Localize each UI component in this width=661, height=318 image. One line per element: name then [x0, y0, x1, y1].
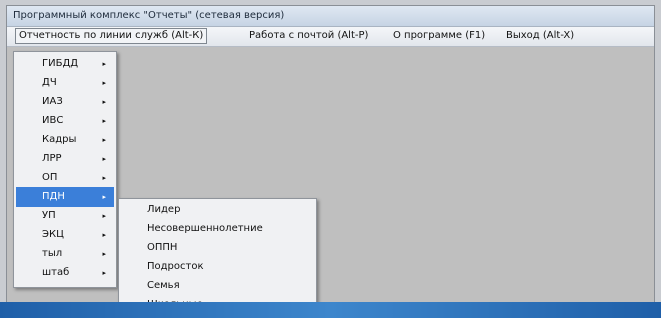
- submenu-item-label: ГИБДД: [42, 58, 79, 69]
- popup-item-lider[interactable]: Лидер: [121, 201, 316, 219]
- submenu-item-ekc[interactable]: ЭКЦ ▸: [16, 225, 114, 245]
- submenu-item-label: ЛРР: [42, 153, 62, 164]
- submenu-item-label: УП: [42, 210, 56, 221]
- submenu-item-label: штаб: [42, 267, 70, 278]
- chevron-right-icon: ▸: [102, 250, 106, 258]
- chevron-right-icon: ▸: [102, 79, 106, 87]
- submenu-item-label: тыл: [42, 248, 63, 259]
- submenu-item-up[interactable]: УП ▸: [16, 206, 114, 226]
- submenu-item-lrr[interactable]: ЛРР ▸: [16, 149, 114, 169]
- popup-item-semya[interactable]: Семья: [121, 277, 316, 295]
- submenu-item-tyl[interactable]: тыл ▸: [16, 244, 114, 264]
- popup-item-nesovershennoletnie[interactable]: Несовершеннолетние: [121, 220, 316, 238]
- submenu-item-label: ОП: [42, 172, 58, 183]
- menu-about[interactable]: О программе (F1): [390, 29, 488, 43]
- menu-bar: Отчетность по линии служб (Alt-К) Работа…: [7, 27, 654, 47]
- submenu-item-pdn[interactable]: ПДН ▸: [16, 187, 114, 207]
- submenu-item-kadry[interactable]: Кадры ▸: [16, 130, 114, 150]
- submenu-item-label: ДЧ: [42, 77, 57, 88]
- menu-reports[interactable]: Отчетность по линии служб (Alt-К): [15, 28, 208, 44]
- reports-submenu: ГИБДД ▸ ДЧ ▸ ИАЗ ▸ ИВС ▸ Кадры ▸ ЛРР ▸ ОП ▸ ПДН…: [13, 51, 117, 288]
- submenu-item-shtab[interactable]: штаб ▸: [16, 263, 114, 283]
- chevron-right-icon: ▸: [102, 269, 106, 277]
- submenu-item-label: Кадры: [42, 134, 77, 145]
- chevron-right-icon: ▸: [102, 136, 106, 144]
- chevron-right-icon: ▸: [102, 155, 106, 163]
- pdn-submenu: Лидер Несовершеннолетние ОППН Подросток …: [118, 198, 317, 318]
- chevron-right-icon: ▸: [102, 117, 106, 125]
- menu-exit[interactable]: Выход (Alt-X): [503, 29, 577, 43]
- submenu-item-op[interactable]: ОП ▸: [16, 168, 114, 188]
- submenu-item-ivs[interactable]: ИВС ▸: [16, 111, 114, 131]
- chevron-right-icon: ▸: [102, 174, 106, 182]
- submenu-item-label: ИАЗ: [42, 96, 63, 107]
- submenu-item-label: ЭКЦ: [42, 229, 64, 240]
- chevron-right-icon: ▸: [102, 231, 106, 239]
- chevron-right-icon: ▸: [102, 60, 106, 68]
- chevron-right-icon: ▸: [102, 212, 106, 220]
- submenu-item-gibdd[interactable]: ГИБДД ▸: [16, 54, 114, 74]
- title-bar[interactable]: Программный комплекс "Отчеты" (сетевая в…: [7, 6, 654, 27]
- submenu-item-label: ПДН: [42, 191, 65, 202]
- chevron-right-icon: ▸: [102, 98, 106, 106]
- submenu-item-iaz[interactable]: ИАЗ ▸: [16, 92, 114, 112]
- submenu-item-label: ИВС: [42, 115, 64, 126]
- taskbar: [0, 302, 661, 318]
- chevron-right-icon: ▸: [102, 193, 106, 201]
- window-title: Программный комплекс "Отчеты" (сетевая в…: [13, 10, 285, 21]
- submenu-item-dch[interactable]: ДЧ ▸: [16, 73, 114, 93]
- menu-mail[interactable]: Работа с почтой (Alt-P): [246, 29, 371, 43]
- popup-item-oppn[interactable]: ОППН: [121, 239, 316, 257]
- popup-item-podrostok[interactable]: Подросток: [121, 258, 316, 276]
